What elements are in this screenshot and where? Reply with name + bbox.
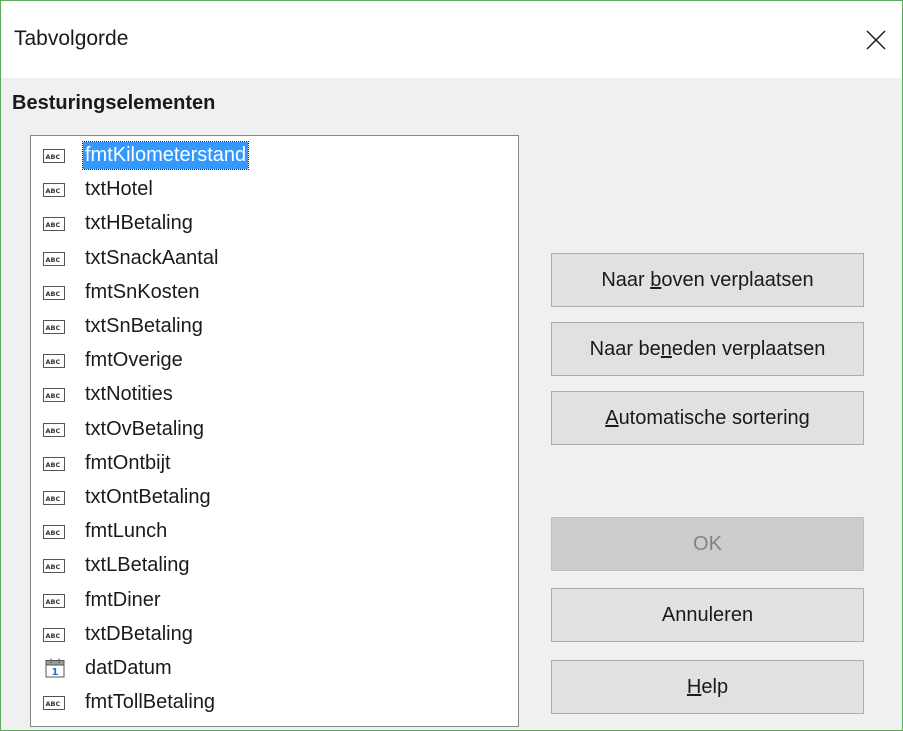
controls-section-label: Besturingselementen	[12, 92, 216, 114]
controls-listbox[interactable]: ABC fmtKilometerstand ABC txtHotel ABC txtHBe…	[30, 135, 519, 727]
text-field-icon: ABC	[43, 149, 65, 163]
list-item[interactable]: ABC fmtKilometerstand	[31, 140, 518, 172]
list-item[interactable]: ABC fmtOntbijt	[31, 448, 518, 480]
list-item[interactable]: ABC txtDBetaling	[31, 619, 518, 651]
list-item[interactable]: ABC fmtTollBetaling	[31, 687, 518, 719]
list-item[interactable]: ABC txtOvBetaling	[31, 414, 518, 446]
list-item-label: txtSnackAantal	[85, 246, 219, 269]
list-item-label: fmtOverige	[85, 349, 183, 372]
text-field-icon: ABC	[43, 456, 65, 471]
list-item[interactable]: ABC fmtLunch	[31, 516, 518, 548]
list-item[interactable]: ABC txtNotities	[31, 379, 518, 411]
svg-text:ABC: ABC	[46, 461, 61, 469]
list-item-label: fmtKilometerstand	[81, 141, 250, 170]
list-item[interactable]: ABC txtOntBetaling	[31, 482, 518, 514]
text-field-icon: ABC	[43, 627, 65, 642]
list-item-label: fmtLunch	[85, 520, 168, 543]
text-field-icon: ABC	[43, 251, 65, 266]
text-field-icon: ABC	[43, 354, 65, 369]
text-field-icon: ABC	[43, 559, 65, 574]
close-button[interactable]	[851, 15, 901, 65]
svg-text:ABC: ABC	[46, 290, 61, 298]
svg-text:ABC: ABC	[46, 563, 61, 571]
text-field-icon: ABC	[43, 422, 65, 437]
svg-text:ABC: ABC	[46, 632, 61, 640]
svg-text:ABC: ABC	[46, 427, 61, 435]
svg-text:ABC: ABC	[46, 495, 61, 503]
list-item[interactable]: ABC txtHotel	[31, 174, 518, 206]
list-item-label: txtOntBetaling	[85, 486, 211, 508]
svg-text:ABC: ABC	[46, 392, 61, 400]
list-item[interactable]: ABC txtSnBetaling	[31, 311, 518, 343]
list-item-label: datDatum	[85, 657, 172, 679]
svg-text:ABC: ABC	[46, 700, 61, 708]
list-item-label: txtHBetaling	[85, 212, 193, 235]
list-item[interactable]: ABC fmtDiner	[31, 585, 518, 617]
auto-sort-button[interactable]: Automatische sortering	[551, 391, 864, 445]
text-field-icon: ABC	[43, 696, 65, 711]
list-item-label: txtNotities	[85, 383, 173, 406]
list-item[interactable]: ABC txtLBetaling	[31, 550, 518, 582]
svg-text:ABC: ABC	[46, 358, 61, 366]
text-field-icon: ABC	[43, 525, 65, 540]
svg-text:1: 1	[52, 667, 59, 678]
dialog-title: Tabvolgorde	[14, 27, 129, 50]
help-button[interactable]: Help	[551, 660, 864, 714]
list-item-label: txtLBetaling	[85, 554, 190, 577]
svg-text:ABC: ABC	[46, 324, 61, 332]
close-icon	[866, 30, 886, 50]
cancel-button[interactable]: Annuleren	[551, 588, 864, 642]
list-item[interactable]: 1 datDatum	[31, 653, 518, 685]
list-item-label: txtOvBetaling	[85, 417, 204, 440]
list-item[interactable]: ABC txtSnackAantal	[31, 243, 518, 275]
text-field-icon: ABC	[43, 388, 65, 403]
svg-text:ABC: ABC	[46, 598, 61, 606]
move-up-button[interactable]: Naar boven verplaatsen	[551, 253, 864, 307]
list-item-label: fmtTollBetaling	[85, 691, 216, 714]
svg-text:ABC: ABC	[46, 221, 61, 229]
list-item[interactable]: ABC fmtSnKosten	[31, 277, 518, 309]
text-field-icon: ABC	[43, 183, 65, 198]
list-item-label: fmtDiner	[85, 588, 161, 611]
ok-button[interactable]: OK	[551, 517, 864, 571]
date-field-icon: 1	[45, 658, 67, 678]
svg-text:ABC: ABC	[46, 153, 61, 161]
list-item-label: txtDBetaling	[85, 622, 193, 645]
svg-text:ABC: ABC	[46, 256, 61, 264]
list-item[interactable]: ABC fmtOverige	[31, 345, 518, 377]
list-item-label: fmtOntbijt	[85, 451, 171, 474]
list-item-label: txtHotel	[85, 178, 153, 201]
text-field-icon: ABC	[43, 217, 65, 232]
text-field-icon: ABC	[43, 491, 65, 505]
svg-text:ABC: ABC	[46, 187, 61, 195]
list-item-label: txtSnBetaling	[85, 315, 203, 337]
list-item[interactable]: ABC txtHBetaling	[31, 208, 518, 240]
move-down-button[interactable]: Naar beneden verplaatsen	[551, 322, 864, 376]
text-field-icon: ABC	[43, 320, 65, 334]
text-field-icon: ABC	[43, 593, 65, 608]
title-bar: Tabvolgorde	[1, 1, 902, 77]
tab-order-dialog: Tabvolgorde Besturingselementen ABC fmtKi…	[0, 0, 903, 731]
dialog-content: Besturingselementen ABC fmtKilometerstand…	[1, 78, 902, 730]
svg-text:ABC: ABC	[46, 529, 61, 537]
text-field-icon: ABC	[43, 285, 65, 300]
list-item-label: fmtSnKosten	[85, 280, 200, 303]
